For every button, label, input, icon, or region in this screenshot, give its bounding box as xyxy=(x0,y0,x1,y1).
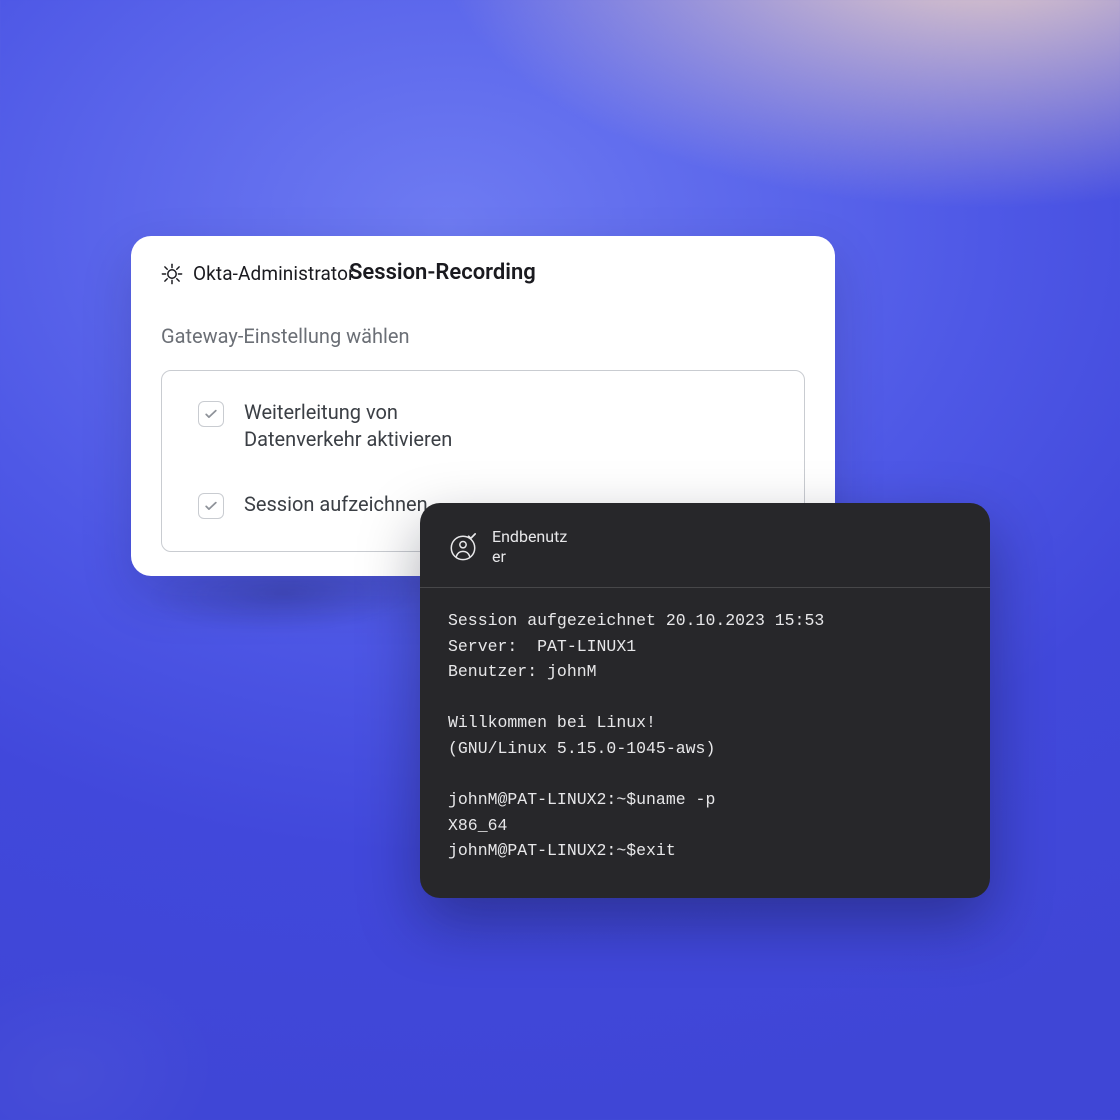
terminal-card: Endbenutzer Session aufgezeichnet 20.10.… xyxy=(420,503,990,898)
card-header: Okta-Administrator Session-Recording xyxy=(161,262,805,302)
option-label: Session aufzeichnen xyxy=(244,491,428,518)
card-title: Session-Recording xyxy=(349,260,536,285)
brand-label: Okta-Administrator xyxy=(193,262,355,285)
option-label: Weiterleitung vonDatenverkehr aktivieren xyxy=(244,399,452,453)
decorative-curve xyxy=(0,920,295,1120)
check-icon xyxy=(203,498,219,514)
terminal-title: Endbenutzer xyxy=(492,527,574,567)
checkbox[interactable] xyxy=(198,493,224,519)
check-icon xyxy=(203,406,219,422)
option-traffic-forwarding[interactable]: Weiterleitung vonDatenverkehr aktivieren xyxy=(186,391,780,463)
card-subtitle: Gateway-Einstellung wählen xyxy=(161,324,805,348)
terminal-output: Session aufgezeichnet 20.10.2023 15:53 S… xyxy=(420,588,990,888)
terminal-header: Endbenutzer xyxy=(420,503,990,588)
end-user-icon xyxy=(448,532,478,562)
checkbox[interactable] xyxy=(198,401,224,427)
okta-logo-icon xyxy=(161,263,183,285)
